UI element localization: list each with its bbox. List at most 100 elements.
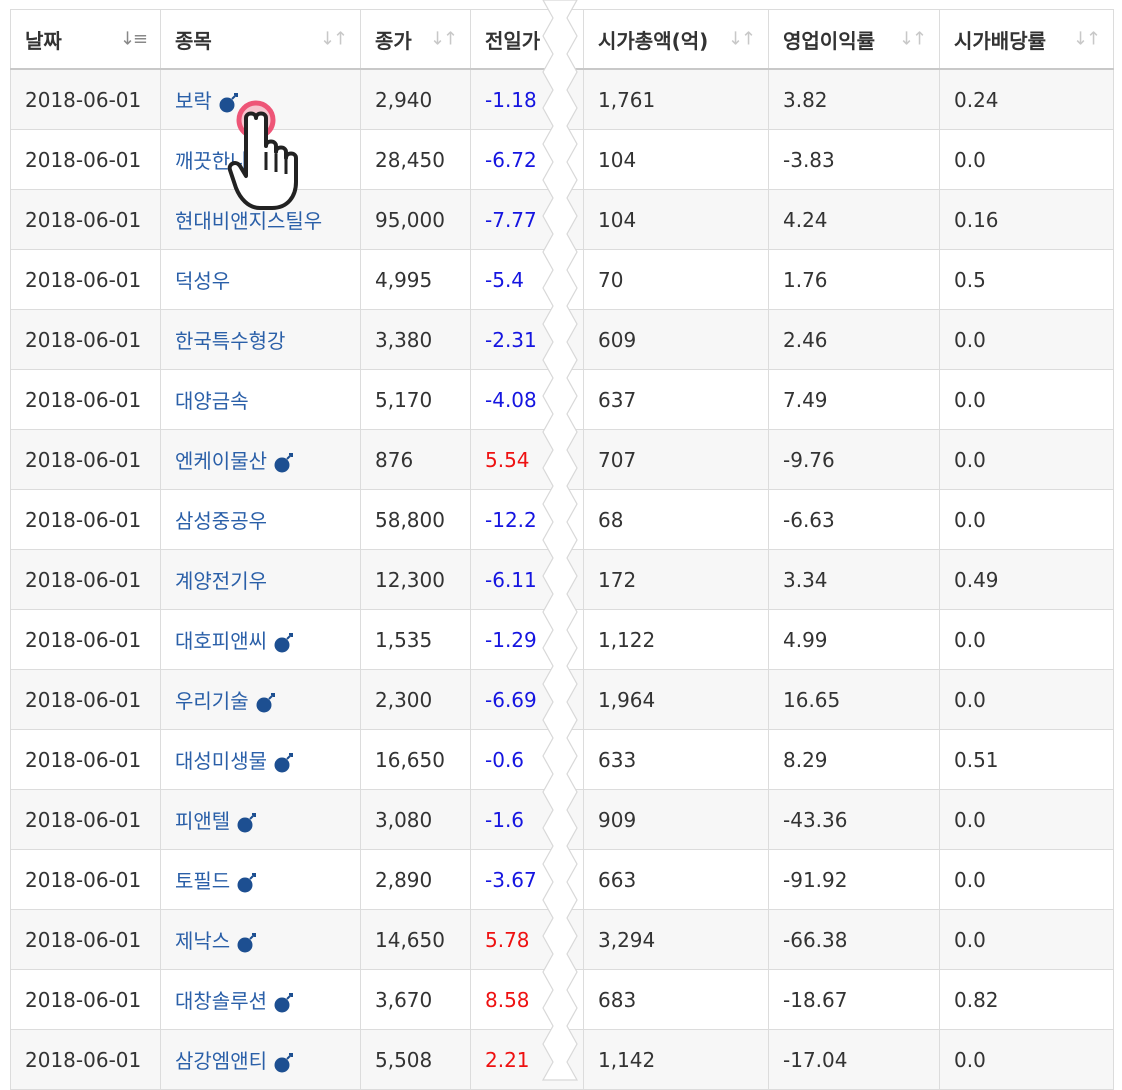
- close-value: 3,080: [375, 807, 433, 832]
- market-cap-cell: 1,761: [583, 68, 769, 130]
- sort-arrows-icon[interactable]: ↓↑: [1073, 29, 1101, 50]
- change-value: -1.29: [485, 627, 537, 652]
- close-cell: 5,170: [360, 369, 471, 430]
- close-value: 4,995: [375, 267, 433, 292]
- market-cap-cell: 104: [583, 189, 769, 250]
- close-value: 5,508: [375, 1047, 433, 1072]
- dividend-cell: 0.0: [939, 489, 1114, 550]
- table-row[interactable]: 2018-06-01 대성미생물 16,650 -0.6 633 8.29 0.51: [10, 729, 1114, 790]
- table-row[interactable]: 2018-06-01 삼강엠앤티 5,508 2.21 1,142 -17.04 0.0: [10, 1029, 1114, 1090]
- market-cap-cell: 683: [583, 969, 769, 1030]
- change-value: -1.18: [485, 87, 537, 112]
- name-value[interactable]: 삼성중공우: [175, 509, 267, 533]
- table-row[interactable]: 2018-06-01 대호피앤씨 1,535 -1.29 1,122 4.99 0.0: [10, 609, 1114, 670]
- date-cell: 2018-06-01: [10, 729, 161, 790]
- change-value: -3.67: [485, 867, 537, 892]
- change-cell: -6.69: [470, 669, 584, 730]
- sort-arrows-icon[interactable]: ↓↑: [320, 29, 348, 50]
- column-header-close[interactable]: 종가 ↓↑: [360, 9, 471, 70]
- column-header-name[interactable]: 종목 ↓↑: [160, 9, 361, 70]
- name-value[interactable]: 계양전기우: [175, 569, 267, 593]
- close-cell: 14,650: [360, 909, 471, 970]
- market-cap-value: 1,142: [598, 1047, 656, 1072]
- name-cell: 엔케이물산: [160, 429, 361, 490]
- table-row[interactable]: 2018-06-01 덕성우 4,995 -5.4 70 1.76 0.5: [10, 249, 1114, 310]
- op-margin-value: 16.65: [783, 687, 841, 712]
- op-margin-value: 3.34: [783, 567, 828, 592]
- name-value[interactable]: 대성미생물: [175, 749, 267, 773]
- table-row[interactable]: 2018-06-01 토필드 2,890 -3.67 663 -91.92 0.0: [10, 849, 1114, 910]
- table-row[interactable]: 2018-06-01 한국특수형강 3,380 -2.31 609 2.46 0.0: [10, 309, 1114, 370]
- table-row[interactable]: 2018-06-01 현대비앤지스틸우 95,000 -7.77 104 4.24 0.16: [10, 189, 1114, 250]
- sort-desc-icon[interactable]: ↓≡: [120, 29, 148, 50]
- change-cell: 2.21: [470, 1029, 584, 1090]
- close-value: 28,450: [375, 147, 445, 172]
- name-value[interactable]: 토필드: [175, 869, 230, 893]
- op-margin-value: -18.67: [783, 987, 848, 1012]
- market-cap-value: 663: [598, 867, 637, 892]
- close-value: 16,650: [375, 747, 445, 772]
- name-value[interactable]: 우리기술: [175, 689, 249, 713]
- table-row[interactable]: 2018-06-01 엔케이물산 876 5.54 707 -9.76 0.0: [10, 429, 1114, 490]
- date-value: 2018-06-01: [25, 1047, 142, 1072]
- close-cell: 5,508: [360, 1029, 471, 1090]
- name-cell: 대성미생물: [160, 729, 361, 790]
- date-value: 2018-06-01: [25, 507, 142, 532]
- table-row[interactable]: 2018-06-01 삼성중공우 58,800 -12.2 68 -6.63 0.0: [10, 489, 1114, 550]
- market-cap-value: 1,761: [598, 87, 656, 112]
- dividend-value: 0.0: [954, 807, 986, 832]
- dividend-value: 0.49: [954, 567, 999, 592]
- sort-arrows-icon[interactable]: ↓↑: [430, 29, 458, 50]
- change-value: -6.11: [485, 567, 537, 592]
- date-value: 2018-06-01: [25, 927, 142, 952]
- op-margin-cell: 16.65: [768, 669, 940, 730]
- close-cell: 3,080: [360, 789, 471, 850]
- dividend-value: 0.24: [954, 87, 999, 112]
- date-cell: 2018-06-01: [10, 189, 161, 250]
- name-value[interactable]: 대창솔루션: [175, 989, 267, 1013]
- close-value: 3,670: [375, 987, 433, 1012]
- name-value[interactable]: 대호피앤씨: [175, 629, 267, 653]
- column-header-market-cap[interactable]: 시가총액(억) ↓↑: [583, 9, 769, 70]
- market-cap-value: 3,294: [598, 927, 656, 952]
- close-value: 2,890: [375, 867, 433, 892]
- change-value: -7.77: [485, 207, 537, 232]
- table-row[interactable]: 2018-06-01 보락 2,940 -1.18 1,761 3.82 0.24: [10, 68, 1114, 130]
- sort-arrows-icon[interactable]: ↓↑: [543, 29, 571, 50]
- name-value[interactable]: 제낙스: [175, 929, 230, 953]
- table-row[interactable]: 2018-06-01 제낙스 14,650 5.78 3,294 -66.38 0.0: [10, 909, 1114, 970]
- name-value[interactable]: 덕성우: [175, 269, 230, 293]
- table-row[interactable]: 2018-06-01 깨끗한나 28,450 -6.72 104 -3.83 0.0: [10, 129, 1114, 190]
- market-cap-value: 633: [598, 747, 637, 772]
- dividend-cell: 0.0: [939, 669, 1114, 730]
- bomb-icon: [274, 452, 293, 472]
- table-row[interactable]: 2018-06-01 대창솔루션 3,670 8.58 683 -18.67 0.82: [10, 969, 1114, 1030]
- column-header-dividend[interactable]: 시가배당률 ↓↑: [939, 9, 1114, 70]
- market-cap-value: 1,964: [598, 687, 656, 712]
- column-header-op-margin[interactable]: 영업이익률 ↓↑: [768, 9, 940, 70]
- sort-arrows-icon[interactable]: ↓↑: [728, 29, 756, 50]
- name-value[interactable]: 피앤텔: [175, 809, 230, 833]
- name-value[interactable]: 한국특수형강: [175, 329, 285, 353]
- change-value: 8.58: [485, 987, 530, 1012]
- column-header-date[interactable]: 날짜 ↓≡: [10, 9, 161, 70]
- name-value[interactable]: 엔케이물산: [175, 449, 267, 473]
- name-value[interactable]: 대양금속: [175, 389, 249, 413]
- close-cell: 28,450: [360, 129, 471, 190]
- op-margin-value: -17.04: [783, 1047, 848, 1072]
- name-value[interactable]: 보락: [175, 89, 212, 113]
- date-value: 2018-06-01: [25, 327, 142, 352]
- dividend-cell: 0.0: [939, 369, 1114, 430]
- close-value: 58,800: [375, 507, 445, 532]
- table-row[interactable]: 2018-06-01 대양금속 5,170 -4.08 637 7.49 0.0: [10, 369, 1114, 430]
- market-cap-value: 172: [598, 567, 637, 592]
- table-row[interactable]: 2018-06-01 우리기술 2,300 -6.69 1,964 16.65 0.0: [10, 669, 1114, 730]
- table-row[interactable]: 2018-06-01 피앤텔 3,080 -1.6 909 -43.36 0.0: [10, 789, 1114, 850]
- name-value[interactable]: 삼강엠앤티: [175, 1049, 267, 1073]
- change-cell: -12.2: [470, 489, 584, 550]
- close-value: 2,940: [375, 87, 433, 112]
- name-cell: 토필드: [160, 849, 361, 910]
- sort-arrows-icon[interactable]: ↓↑: [899, 29, 927, 50]
- table-row[interactable]: 2018-06-01 계양전기우 12,300 -6.11 172 3.34 0.49: [10, 549, 1114, 610]
- column-header-change[interactable]: 전일가 ↓↑: [470, 9, 584, 70]
